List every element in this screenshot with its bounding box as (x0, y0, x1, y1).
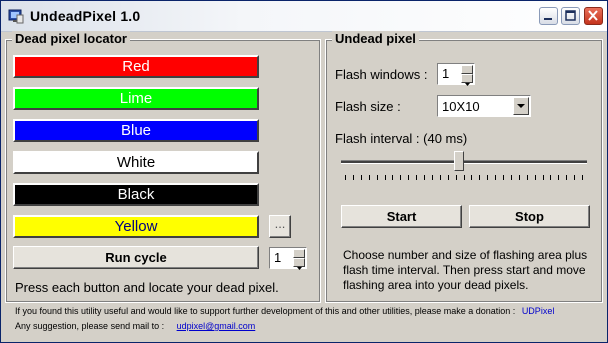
slider-tick (550, 175, 552, 180)
minimize-icon (544, 18, 552, 20)
slider-tick (424, 175, 425, 180)
slider-tick (455, 175, 457, 180)
slider-tick (416, 175, 418, 180)
slider-track (341, 160, 587, 164)
flash-windows-label: Flash windows : (335, 67, 428, 82)
custom-color-button[interactable]: ... (269, 215, 291, 238)
maximize-button[interactable] (561, 7, 580, 25)
donate-link[interactable]: UDPixel (522, 306, 555, 316)
undead-group-title: Undead pixel (332, 31, 419, 46)
cycle-up-arrow[interactable] (293, 249, 305, 261)
slider-tick (558, 175, 560, 180)
arrow-down-icon (297, 267, 302, 270)
flash-interval-slider[interactable] (339, 149, 589, 185)
slider-tick (447, 175, 449, 180)
flash-windows-value: 1 (442, 66, 450, 81)
support-text: If you found this utility useful and wou… (15, 306, 554, 316)
slider-tick (431, 175, 433, 180)
slider-tick (400, 175, 402, 180)
slider-tick (463, 175, 465, 180)
slider-tick (376, 175, 378, 180)
stop-button[interactable]: Stop (469, 205, 590, 228)
slider-tick (368, 175, 370, 180)
slider-tick (479, 175, 481, 180)
window-title: UndeadPixel 1.0 (30, 8, 141, 24)
blue-button[interactable]: Blue (13, 119, 259, 142)
slider-tick (510, 175, 512, 180)
black-button[interactable]: Black (13, 183, 259, 206)
slider-tick (534, 175, 536, 180)
suggestion-text: Any suggestion, please send mail to : (15, 321, 165, 331)
slider-tick (439, 175, 441, 180)
flash-size-dropdown-button[interactable] (513, 97, 529, 115)
close-button[interactable] (584, 7, 603, 25)
slider-ticks (339, 175, 589, 181)
slider-tick (408, 175, 410, 180)
white-button[interactable]: White (13, 151, 259, 174)
flash-windows-stepper[interactable]: 1 (437, 63, 475, 86)
slider-tick (503, 175, 504, 180)
title-bar[interactable]: UndeadPixel 1.0 (1, 1, 607, 32)
suggestion-line: Any suggestion, please send mail to : ud… (15, 321, 255, 331)
flash-size-label: Flash size : (335, 99, 401, 114)
instructions-text: Choose number and size of flashing area … (343, 248, 588, 292)
arrow-down-icon (465, 83, 470, 86)
slider-tick (471, 175, 473, 180)
slider-tick (526, 175, 528, 180)
slider-tick (360, 175, 362, 180)
slider-tick (392, 175, 394, 180)
flash-windows-down-arrow[interactable] (461, 74, 473, 86)
locator-hint: Press each button and locate your dead p… (15, 280, 279, 295)
slider-tick (495, 175, 497, 180)
lime-button[interactable]: Lime (13, 87, 259, 110)
slider-tick (582, 175, 583, 180)
slider-tick (574, 175, 576, 180)
yellow-button[interactable]: Yellow (13, 215, 259, 238)
app-window: UndeadPixel 1.0 Dead pixel locator Red L… (0, 0, 608, 343)
slider-tick (384, 175, 386, 180)
slider-tick (487, 175, 489, 180)
flash-windows-up-arrow[interactable] (461, 65, 473, 77)
close-icon (588, 10, 598, 21)
minimize-button[interactable] (539, 7, 558, 25)
flash-interval-label: Flash interval : (40 ms) (335, 131, 468, 146)
slider-tick (566, 175, 568, 180)
flash-size-value: 10X10 (442, 99, 480, 114)
chevron-down-icon (517, 104, 525, 108)
cycle-count-stepper[interactable]: 1 (269, 247, 307, 270)
slider-tick (345, 175, 346, 180)
email-link[interactable]: udpixel@gmail.com (177, 321, 256, 331)
flash-size-select[interactable]: 10X10 (437, 95, 531, 117)
slider-tick (352, 175, 354, 180)
locator-group-title: Dead pixel locator (12, 31, 130, 46)
support-message: If you found this utility useful and wou… (15, 306, 516, 316)
slider-thumb[interactable] (454, 151, 464, 171)
start-button[interactable]: Start (341, 205, 462, 228)
run-cycle-button[interactable]: Run cycle (13, 246, 259, 269)
app-icon (8, 9, 24, 24)
slider-tick (518, 175, 520, 180)
red-button[interactable]: Red (13, 55, 259, 78)
slider-tick (542, 175, 544, 180)
cycle-down-arrow[interactable] (293, 258, 305, 270)
cycle-count-value: 1 (274, 250, 282, 265)
maximize-icon (565, 10, 576, 21)
